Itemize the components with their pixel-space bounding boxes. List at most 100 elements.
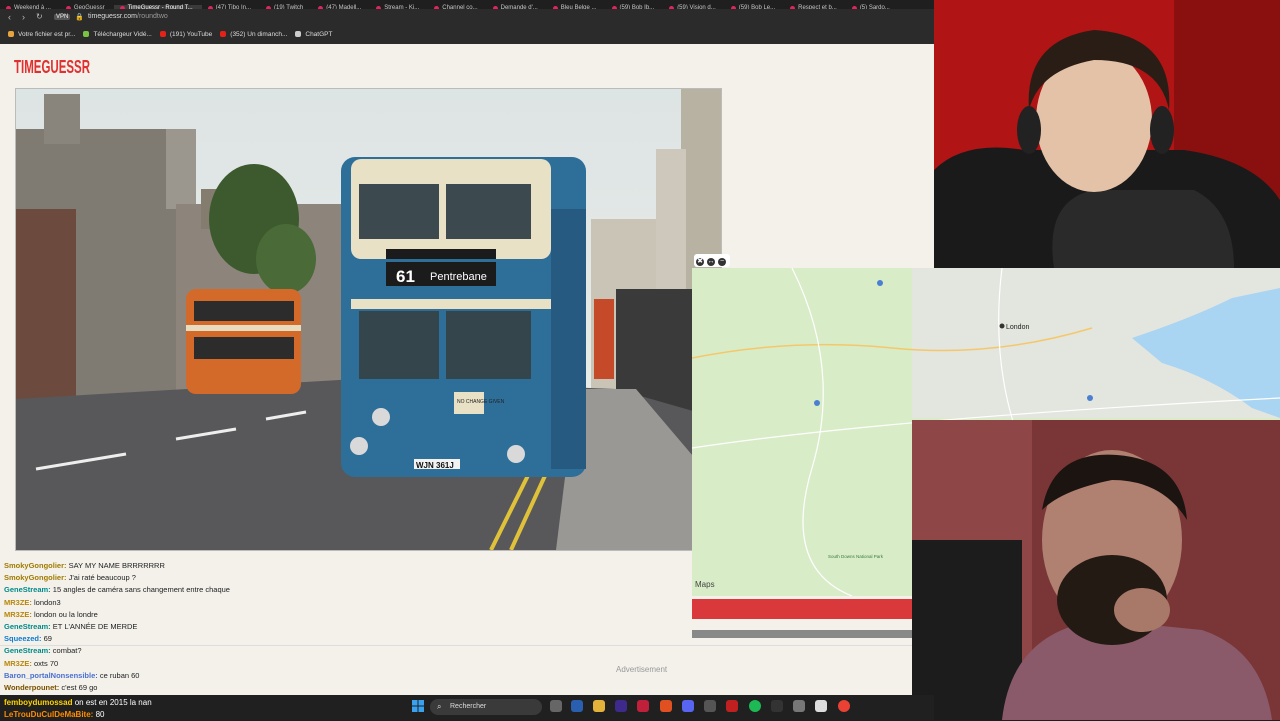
- forward-icon[interactable]: ›: [22, 12, 25, 22]
- bookmark-icon: [295, 31, 302, 37]
- chat-message: Wonderpounet: c'est 69 go: [4, 682, 304, 694]
- taskbar-search[interactable]: ⌕ Rechercher: [430, 699, 542, 715]
- chat-text: ce ruban 60: [99, 670, 140, 680]
- chat-text: london3: [34, 597, 61, 607]
- chat-username: GeneStream:: [4, 646, 51, 656]
- bus-license-plate: WJN 361J: [416, 461, 454, 470]
- bookmark-icon: [220, 31, 227, 37]
- chat-message: GeneStream: 15 angles de caméra sans cha…: [4, 584, 304, 596]
- reload-icon[interactable]: ↻: [36, 12, 43, 21]
- logo-text: TIMEGUESSR: [14, 57, 90, 77]
- chat-username: Baron_portalNonsensible:: [4, 670, 98, 680]
- bookmark-item[interactable]: ChatGPT: [295, 27, 332, 42]
- chat-username: SmokyGongolier:: [4, 561, 67, 570]
- map-controls[interactable]: ✖ ↔ −: [694, 254, 730, 267]
- bookmark-item[interactable]: Votre fichier est pr...: [8, 27, 75, 42]
- settings-icon[interactable]: [704, 700, 716, 712]
- chat-text: J'ai raté beaucoup ?: [68, 573, 136, 583]
- chat-message: GeneStream: combat?: [4, 645, 304, 657]
- url-field[interactable]: timeguessr.com/roundtwo: [88, 13, 168, 20]
- map-expand-icon[interactable]: ↔: [707, 258, 715, 266]
- bookmark-label: (191) YouTube: [169, 31, 213, 38]
- terminal-icon[interactable]: [771, 700, 783, 712]
- maps-brand: Maps: [695, 580, 715, 589]
- vpn-badge[interactable]: VPN: [54, 14, 71, 20]
- bookmark-item[interactable]: Téléchargeur Vidé...: [83, 27, 152, 42]
- address-bar: ‹ › ↻ VPN 🔒 timeguessr.com/roundtwo: [0, 9, 934, 27]
- chat-username: GeneStream:: [4, 585, 51, 595]
- back-icon[interactable]: ‹: [8, 12, 11, 22]
- chrome-icon[interactable]: [838, 700, 850, 712]
- chat-message: SmokyGongolier: SAY MY NAME BRRRRRRR: [4, 560, 304, 572]
- lock-icon[interactable]: 🔒: [75, 13, 84, 21]
- chat-username: SmokyGongolier:: [4, 573, 67, 583]
- chat-message: MR3ZE: oxts 70: [4, 658, 304, 670]
- windows-start-icon[interactable]: [412, 700, 424, 712]
- bookmark-label: (352) Un dimanch...: [230, 31, 288, 38]
- stream-chat: SmokyGongolier: SAY MY NAME BRRRRRRR Smok…: [4, 560, 304, 715]
- opera-icon[interactable]: [726, 700, 738, 712]
- chat-message: MR3ZE: london3: [4, 597, 304, 609]
- chat-username: MR3ZE:: [4, 658, 32, 668]
- chat-text: SAY MY NAME BRRRRRRR: [68, 561, 165, 570]
- guess-button[interactable]: [692, 599, 912, 619]
- chat-username: MR3ZE:: [4, 597, 32, 607]
- chat-username: Squeezed:: [4, 634, 42, 644]
- obs-icon[interactable]: [637, 700, 649, 712]
- chat-text: combat?: [52, 646, 82, 656]
- timeguessr-logo[interactable]: TIMEGUESSR: [14, 52, 90, 78]
- bus-fare-sign: NO CHANGE GIVEN: [457, 399, 505, 405]
- app-icon-orange[interactable]: [660, 700, 672, 712]
- chat-message: Squeezed: 69: [4, 633, 304, 645]
- webcam-streamer-1: [934, 0, 1280, 268]
- map-park-label: South Downs National Park: [828, 554, 884, 559]
- bookmark-label: ChatGPT: [305, 31, 333, 38]
- bookmark-icon: [83, 31, 90, 37]
- bookmark-label: Téléchargeur Vidé...: [93, 31, 152, 38]
- chat-message: SmokyGongolier: J'ai raté beaucoup ?: [4, 572, 304, 584]
- chat-username: femboydumossad: [4, 698, 73, 707]
- gear-icon[interactable]: [793, 700, 805, 712]
- chat-text: london ou la londre: [34, 609, 98, 619]
- chat-text: on est en 2015 la nan: [74, 698, 152, 707]
- chat-text: c'est 69 go: [61, 683, 98, 693]
- chat-username: GeneStream:: [4, 622, 51, 632]
- chat-text: 69: [43, 634, 52, 644]
- bottom-chat-overlay: femboydumossad on est en 2015 la nan LeTr…: [4, 697, 152, 721]
- bookmark-item[interactable]: (352) Un dimanch...: [220, 27, 287, 42]
- search-icon: ⌕: [437, 702, 442, 711]
- ad-label: Advertisement: [616, 665, 668, 674]
- webcam-streamer-2: [912, 420, 1280, 720]
- chat-message: Baron_portalNonsensible: ce ruban 60: [4, 670, 304, 682]
- photoshop-icon[interactable]: [571, 700, 583, 712]
- map-collapse-icon[interactable]: ✖: [696, 258, 704, 266]
- tab-bar: Weekend à ... GeoGuessr TimeGuessr - Round…: [0, 0, 934, 9]
- chat-username: MR3ZE:: [4, 609, 32, 619]
- bookmark-icon: [8, 31, 14, 37]
- spotify-icon[interactable]: [749, 700, 761, 712]
- bookmark-icon: [159, 31, 166, 37]
- bookmark-item[interactable]: (191) YouTube: [159, 27, 213, 42]
- chat-message: femboydumossad on est en 2015 la nan: [4, 697, 152, 709]
- chat-text: ET L'ANNÉE DE MERDE: [52, 622, 138, 632]
- bookmark-label: Votre fichier est pr...: [18, 31, 76, 38]
- chat-username: Wonderpounet:: [4, 683, 60, 693]
- map-minimize-icon[interactable]: −: [718, 258, 726, 266]
- chat-message: MR3ZE: london ou la londre: [4, 609, 304, 621]
- map-city-label: London: [1006, 324, 1029, 331]
- bookmarks-bar: Votre fichier est pr... Téléchargeur Vidé…: [0, 27, 934, 45]
- mouse-app-icon[interactable]: [815, 700, 827, 712]
- file-explorer-icon[interactable]: [593, 700, 605, 712]
- chat-text: oxts 70: [34, 658, 59, 668]
- search-placeholder: Rechercher: [450, 703, 487, 710]
- chat-text: 80: [95, 710, 105, 719]
- chat-message: GeneStream: ET L'ANNÉE DE MERDE: [4, 621, 304, 633]
- round-progress-bar: [692, 630, 912, 638]
- task-view-icon[interactable]: [550, 700, 562, 712]
- premiere-icon[interactable]: [615, 700, 627, 712]
- chat-username: LeTrouDuCulDeMaBite:: [4, 710, 94, 719]
- bus-destination: Pentrebane: [430, 271, 487, 283]
- round-photo: 61 Pentrebane NO CHANGE GIVEN WJN 361J: [15, 88, 722, 551]
- discord-icon[interactable]: [682, 700, 694, 712]
- bus-route-number: 61: [396, 267, 415, 286]
